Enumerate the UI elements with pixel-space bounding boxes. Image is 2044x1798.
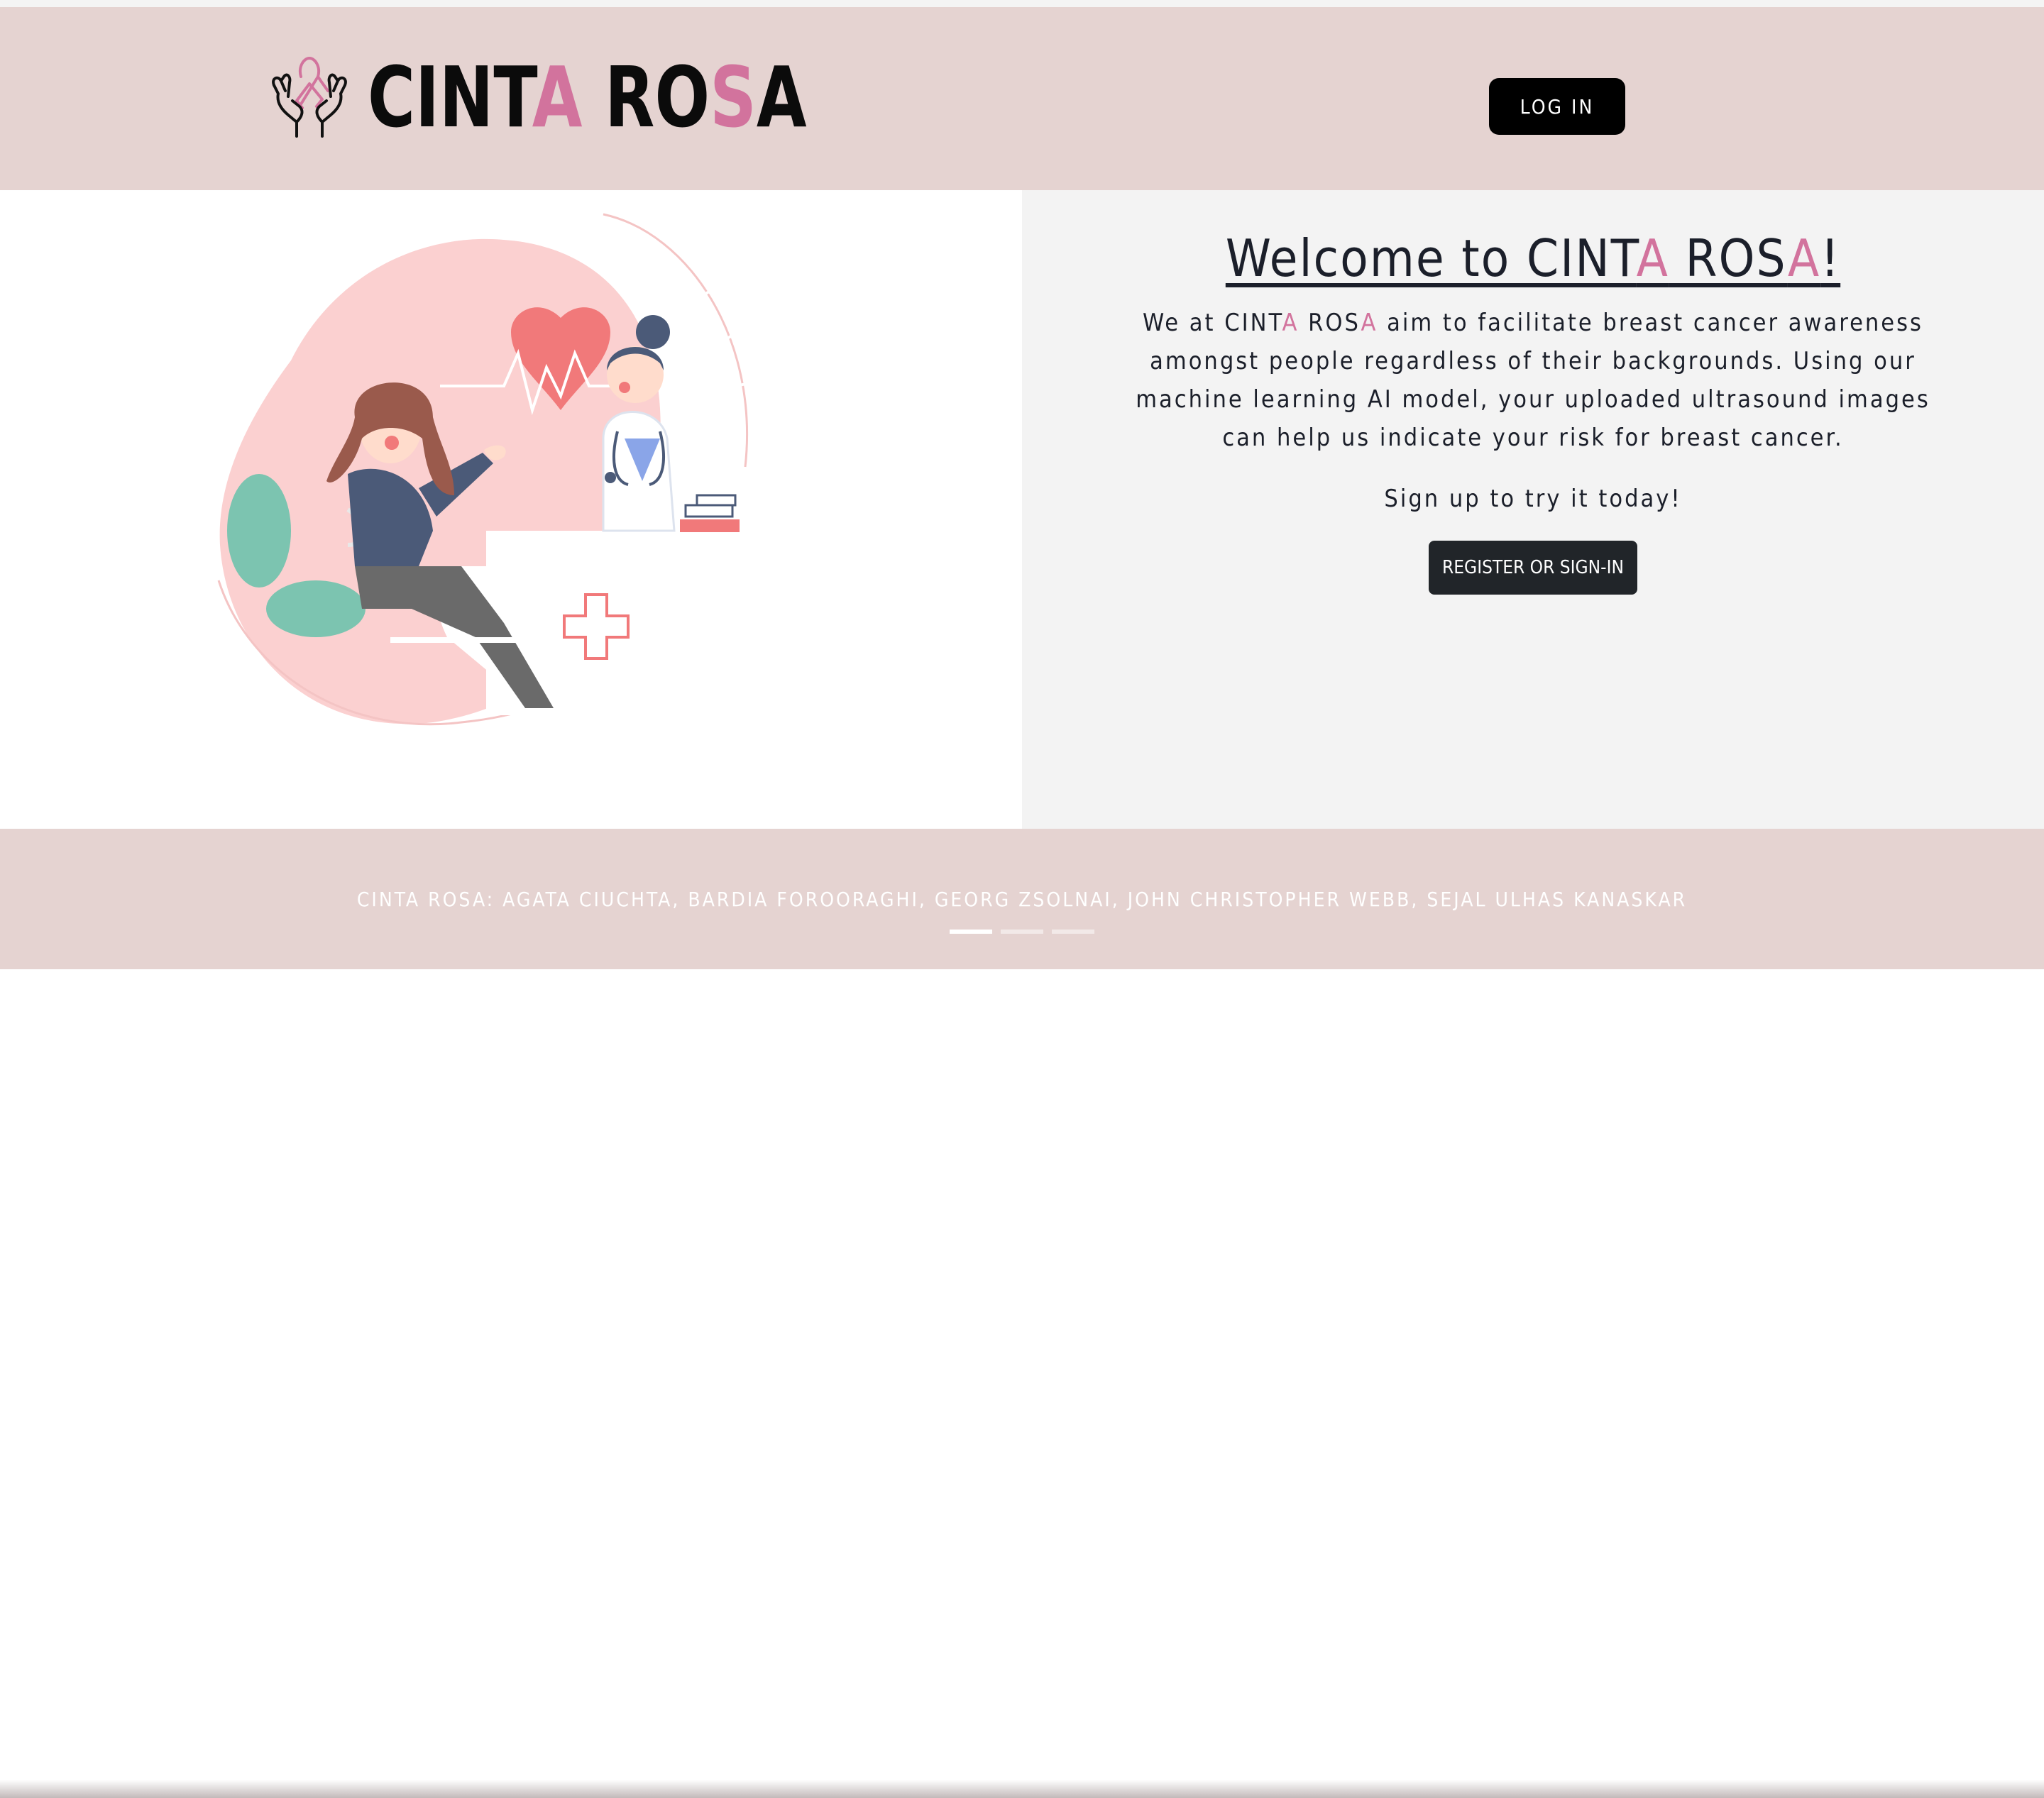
ribbon-hands-logo-icon <box>272 57 347 138</box>
welcome-accent-a1: A <box>1636 228 1669 288</box>
about-accent-a1: A <box>1282 309 1300 337</box>
brand-wordmark[interactable]: CINTA ROSA <box>368 51 807 143</box>
about-part-1: We at CINT <box>1143 309 1282 337</box>
welcome-accent-a2: A <box>1787 228 1821 288</box>
footer-shadow <box>0 1780 2044 1798</box>
about-accent-a2: A <box>1361 309 1378 337</box>
about-part-2: ROS <box>1299 309 1361 337</box>
signup-cta-text: Sign up to try it today! <box>1384 485 1682 513</box>
carousel-indicator-1[interactable] <box>950 930 992 934</box>
site-header: CINTA ROSA LOG IN <box>0 7 2044 190</box>
register-or-sign-in-button[interactable]: REGISTER OR SIGN-IN <box>1429 541 1637 595</box>
brand-part-3: A <box>756 48 807 146</box>
login-button[interactable]: LOG IN <box>1489 78 1625 135</box>
hero-image-panel <box>0 190 1022 829</box>
brand-part-1: CINT <box>368 48 532 146</box>
brand-part-2: RO <box>582 48 710 146</box>
doctor-patient-illustration-icon <box>217 213 782 726</box>
welcome-part-1: Welcome to CINT <box>1225 228 1637 288</box>
carousel-indicator-2[interactable] <box>1001 930 1043 934</box>
welcome-heading: Welcome to CINTA ROSA! <box>1022 226 2044 291</box>
carousel-indicator-3[interactable] <box>1052 930 1094 934</box>
carousel-indicators <box>950 930 1094 934</box>
welcome-part-2: ROS <box>1669 228 1788 288</box>
welcome-heading-text: Welcome to CINTA ROSA! <box>1226 228 1840 288</box>
brand-accent-s: S <box>710 48 757 146</box>
top-strip <box>0 0 2044 7</box>
about-paragraph: We at CINTA ROSA aim to facilitate breas… <box>1121 304 1945 457</box>
footer-credits: CINTA ROSA: AGATA CIUCHTA, BARDIA FOROOR… <box>356 888 1688 911</box>
brand-accent-a: A <box>532 48 583 146</box>
welcome-part-3: ! <box>1820 228 1841 288</box>
